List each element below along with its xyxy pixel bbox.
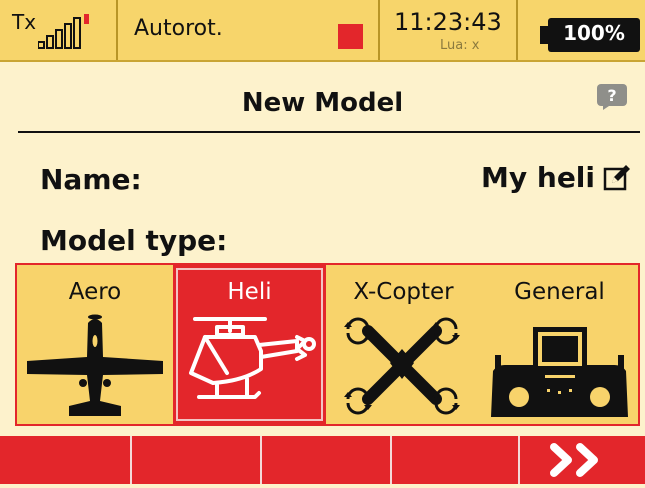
tx-label: Tx [12,10,37,34]
battery-percent: 100% [563,21,625,45]
model-type-aero[interactable]: Aero [17,265,173,424]
clock-time: 11:23:43 [394,8,502,36]
help-icon[interactable]: ? [597,84,627,110]
transmitter-icon [491,327,628,417]
softkey-2[interactable] [132,436,262,484]
airplane-icon [27,314,163,416]
softkey-3[interactable] [262,436,392,484]
double-chevron-right-icon [550,443,598,477]
name-label: Name: [40,163,142,196]
next-page-button[interactable] [520,436,645,484]
model-type-general-label: General [514,279,605,305]
softkey-bar [0,436,645,484]
helicopter-icon [189,317,316,399]
flight-mode-indicator: Autorot. [118,0,380,60]
name-value[interactable]: My heli [481,161,595,194]
flight-mode-text: Autorot. [134,16,223,41]
status-bar: Tx Autorot. 11:23:43 Lua: x 100% [0,0,645,62]
battery-indicator: 100% [518,0,645,60]
model-type-selector: Aero Heli X-Copter General [15,263,640,426]
model-type-heli[interactable]: Heli [173,265,326,424]
clock-indicator: 11:23:43 Lua: x [380,0,518,60]
svg-text:?: ? [607,86,616,105]
edit-icon[interactable] [603,164,631,192]
softkey-4[interactable] [392,436,520,484]
battery-icon: 100% [548,18,640,52]
page-title: New Model [241,88,404,118]
model-type-xcopter-label: X-Copter [353,279,454,305]
model-type-general[interactable]: General [481,265,638,424]
softkey-1[interactable] [0,436,132,484]
quadcopter-icon [344,317,460,415]
model-type-xcopter[interactable]: X-Copter [326,265,481,424]
title-divider [18,131,640,133]
record-indicator-icon [338,24,363,49]
model-type-aero-label: Aero [68,279,122,305]
model-type-label: Model type: [40,224,228,257]
model-type-heli-label: Heli [227,279,272,305]
lua-status: Lua: x [440,38,480,53]
tx-signal-indicator: Tx [0,0,118,60]
signal-bars-icon [38,14,89,49]
name-field[interactable]: My heli [481,161,631,194]
